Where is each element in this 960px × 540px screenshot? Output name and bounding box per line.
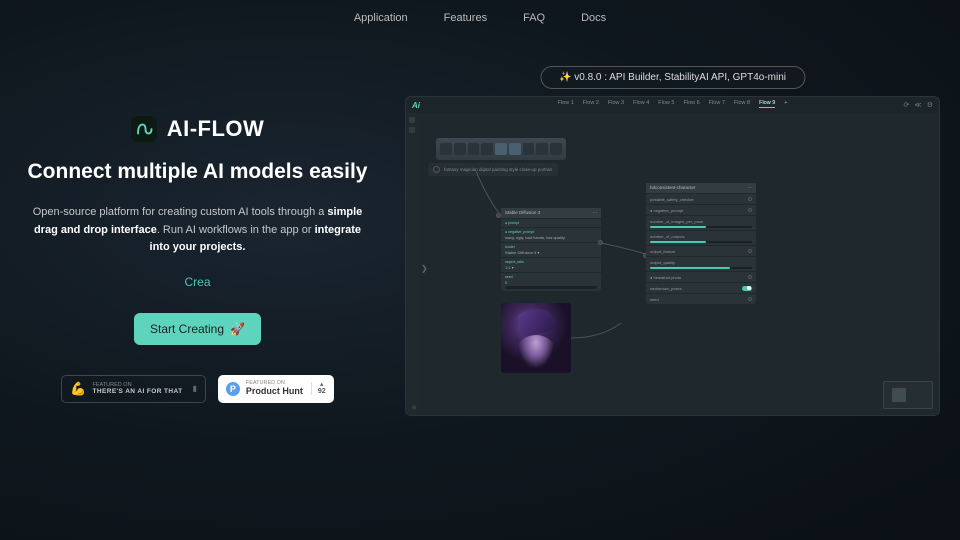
share-icon[interactable]: ≪ — [914, 101, 921, 109]
arm-icon: 💪 — [70, 381, 86, 397]
toggle[interactable] — [742, 286, 752, 291]
app-preview: Ai Flow 1 Flow 2 Flow 3 Flow 4 Flow 5 Fl… — [405, 96, 940, 416]
subheadline: Open-source platform for creating custom… — [20, 204, 375, 257]
tool-icon[interactable] — [409, 127, 415, 133]
canvas[interactable]: ❯ fantasy magician digital painting styl… — [406, 113, 939, 415]
nav-features[interactable]: Features — [444, 12, 487, 24]
brand-name: AI-FLOW — [167, 116, 265, 142]
start-creating-button[interactable]: Start Creating 🚀 — [134, 313, 261, 345]
tool-btn[interactable] — [550, 143, 562, 155]
producthunt-icon: P — [226, 382, 240, 396]
stable-diffusion-node[interactable]: Stable Diffusion 3⋯ ● prompt ● negative_… — [501, 208, 601, 291]
tab-flow-5[interactable]: Flow 5 — [658, 100, 674, 108]
node-toolbar[interactable] — [436, 138, 566, 160]
tool-btn[interactable] — [454, 143, 466, 155]
top-nav: Application Features FAQ Docs — [0, 0, 960, 36]
expand-left-icon[interactable]: ❯ — [421, 264, 428, 273]
producthunt-badge[interactable]: P FEATURED ONProduct Hunt ▲92 — [218, 375, 334, 403]
nav-application[interactable]: Application — [354, 12, 408, 24]
tool-btn[interactable] — [509, 143, 521, 155]
canvas-hint: ⊞ — [412, 405, 416, 411]
version-pill[interactable]: ✨ v0.8.0 : API Builder, StabilityAI API,… — [540, 66, 805, 89]
tool-btn[interactable] — [440, 143, 452, 155]
add-tab-icon[interactable]: + — [784, 100, 787, 108]
tool-btn[interactable] — [523, 143, 535, 155]
app-logo: Ai — [412, 101, 420, 110]
tab-flow-3[interactable]: Flow 3 — [608, 100, 624, 108]
tool-btn[interactable] — [536, 143, 548, 155]
tool-icon[interactable] — [409, 117, 415, 123]
tab-flow-4[interactable]: Flow 4 — [633, 100, 649, 108]
tab-flow-8[interactable]: Flow 8 — [734, 100, 750, 108]
logo-icon — [131, 116, 157, 142]
hero-left: AI-FLOW Connect multiple AI models easil… — [20, 66, 375, 403]
tab-flow-6[interactable]: Flow 6 — [683, 100, 699, 108]
settings-icon[interactable]: ⚙ — [927, 101, 933, 109]
nav-docs[interactable]: Docs — [581, 12, 606, 24]
nav-faq[interactable]: FAQ — [523, 12, 545, 24]
play-handle[interactable] — [939, 96, 940, 97]
bookmark-icon: ▮ — [192, 384, 196, 393]
node-menu-icon[interactable]: ⋯ — [748, 185, 753, 191]
headline: Connect multiple AI models easily — [20, 160, 375, 184]
tab-flow-9[interactable]: Flow 9 — [759, 100, 775, 108]
port[interactable] — [598, 240, 603, 245]
badges: 💪 FEATURED ONTHERE'S AN AI FOR THAT ▮ P … — [20, 375, 375, 403]
tab-flow-2[interactable]: Flow 2 — [583, 100, 599, 108]
refresh-icon[interactable]: ⟳ — [904, 101, 910, 109]
tab-flow-1[interactable]: Flow 1 — [557, 100, 573, 108]
tab-flow-7[interactable]: Flow 7 — [709, 100, 725, 108]
brand: AI-FLOW — [20, 116, 375, 142]
tool-btn[interactable] — [468, 143, 480, 155]
image-output[interactable] — [501, 303, 571, 373]
tool-btn[interactable] — [495, 143, 507, 155]
flow-tabs: Flow 1 Flow 2 Flow 3 Flow 4 Flow 5 Flow … — [557, 100, 787, 108]
tool-btn[interactable] — [481, 143, 493, 155]
typed-text: Crea — [20, 275, 375, 289]
theresanai-badge[interactable]: 💪 FEATURED ONTHERE'S AN AI FOR THAT ▮ — [61, 375, 206, 403]
character-node[interactable]: hdconsistent-character⋯ possible_safety_… — [646, 183, 756, 304]
hero-right: ✨ v0.8.0 : API Builder, StabilityAI API,… — [405, 66, 940, 403]
rocket-icon: 🚀 — [230, 322, 245, 336]
tool-rail — [406, 113, 418, 415]
minimap[interactable] — [883, 381, 933, 409]
node-menu-icon[interactable]: ⋯ — [593, 210, 598, 216]
